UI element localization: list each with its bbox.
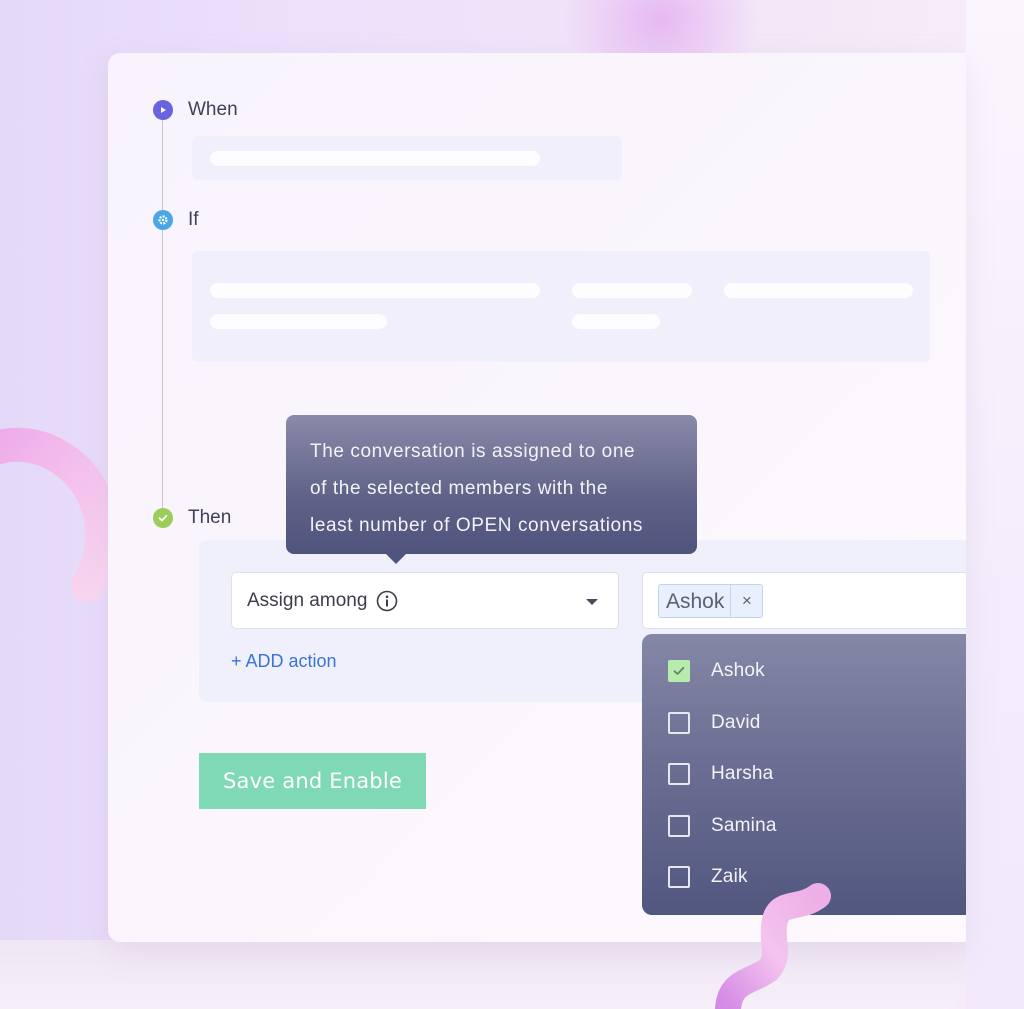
selected-member-chip: Ashok × — [658, 584, 764, 618]
info-icon[interactable] — [376, 590, 398, 612]
tooltip-line: least number of OPEN conversations — [310, 515, 643, 536]
step-label-then: Then — [188, 507, 232, 528]
checkbox-icon[interactable] — [668, 815, 690, 837]
member-option-label: Harsha — [711, 763, 774, 784]
member-option-ashok[interactable]: Ashok — [668, 656, 765, 686]
when-trigger-placeholder[interactable] — [192, 136, 622, 180]
member-option-label: David — [711, 712, 761, 733]
close-icon[interactable]: × — [730, 585, 762, 617]
member-option-harsha[interactable]: Harsha — [668, 759, 773, 789]
step-label-when: When — [188, 99, 238, 120]
assign-among-tooltip: The conversation is assigned to one of t… — [286, 415, 697, 554]
step-label-if: If — [188, 209, 199, 230]
play-icon — [153, 100, 173, 120]
member-option-label: Ashok — [711, 660, 765, 681]
gear-icon — [153, 210, 173, 230]
members-multiselect[interactable]: Ashok × — [642, 572, 966, 629]
background-bottom — [0, 940, 966, 1009]
checkbox-icon[interactable] — [668, 712, 690, 734]
timeline-line — [162, 119, 163, 511]
member-option-samina[interactable]: Samina — [668, 811, 777, 841]
member-option-zaik[interactable]: Zaik — [668, 862, 748, 892]
members-dropdown: Ashok David Harsha Samina Zaik — [642, 634, 966, 915]
tooltip-line: The conversation is assigned to one — [310, 441, 636, 462]
checkbox-icon[interactable] — [668, 866, 690, 888]
if-conditions-placeholder[interactable] — [192, 251, 930, 362]
tooltip-arrow — [385, 553, 407, 564]
member-option-label: Samina — [711, 815, 777, 836]
checkbox-icon[interactable] — [668, 763, 690, 785]
background-right-strip — [966, 0, 1024, 1009]
member-option-david[interactable]: David — [668, 708, 761, 738]
save-and-enable-button[interactable]: Save and Enable — [199, 753, 426, 809]
action-type-value: Assign among — [247, 589, 368, 611]
tooltip-line: of the selected members with the — [310, 478, 609, 499]
action-type-select[interactable]: Assign among — [231, 572, 619, 629]
checkbox-checked-icon[interactable] — [668, 660, 690, 682]
member-option-label: Zaik — [711, 866, 748, 887]
check-circle-icon — [153, 508, 173, 528]
add-action-link[interactable]: + ADD action — [231, 651, 337, 672]
chip-label: Ashok — [666, 590, 725, 613]
caret-down-icon[interactable] — [586, 599, 598, 605]
